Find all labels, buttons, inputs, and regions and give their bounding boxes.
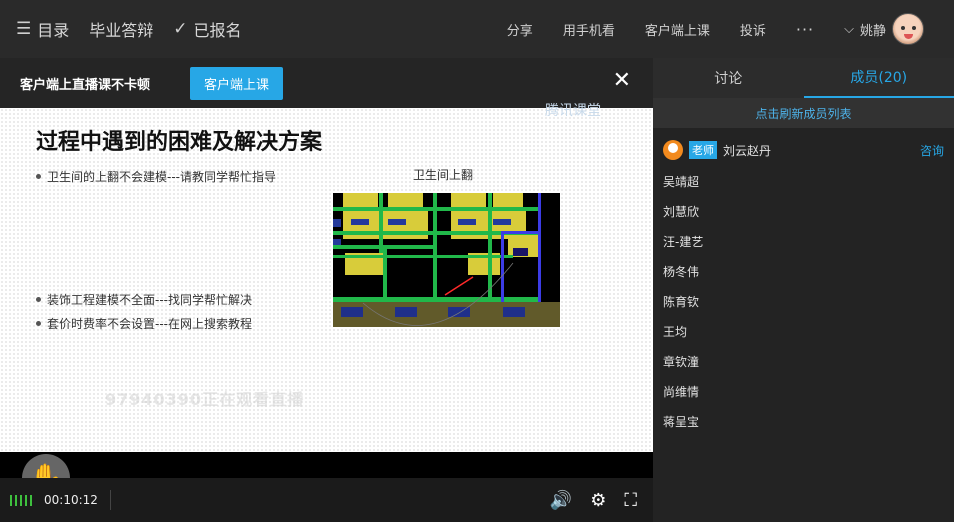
teacher-name: 刘云赵丹	[723, 143, 772, 158]
tab-discussion[interactable]: 讨论	[653, 58, 804, 98]
bullet-dot	[36, 174, 41, 179]
signal-icon	[10, 494, 32, 506]
chevron-down-icon: ⌵	[844, 21, 854, 37]
fullscreen-icon[interactable]: ⛶	[624, 490, 637, 511]
viewer-watermark: 97940390正在观看直播	[105, 390, 305, 409]
settings-gear-icon[interactable]: ⚙	[590, 490, 606, 511]
top-bar: ☰ 目录 毕业答辩 ✓ 已报名 分享 用手机看 客户端上课 投诉 ··· ⌵ 姚…	[0, 0, 954, 58]
logo-watermark: 腾讯课堂	[545, 103, 601, 119]
cad-drawing-image	[333, 193, 560, 327]
user-menu[interactable]: ⌵ 姚静	[844, 13, 924, 45]
notice-text: 客户端上直播课不卡顿	[20, 77, 151, 93]
share-button[interactable]: 分享	[507, 20, 533, 39]
list-item[interactable]: 王均	[663, 316, 944, 346]
bullet-text: 卫生间的上翻不会建模---请教同学帮忙指导	[47, 170, 276, 184]
enrolled-label: 已报名	[193, 21, 242, 40]
tab-members[interactable]: 成员(20)	[803, 58, 954, 98]
list-item[interactable]: 刘慧欣	[663, 196, 944, 226]
cad-drawing-graphic	[333, 193, 560, 327]
list-item[interactable]: 章钦潼	[663, 346, 944, 376]
course-label: 毕业答辩	[89, 21, 154, 40]
list-item[interactable]: 尚维情	[663, 376, 944, 406]
side-tabs: 讨论 成员(20)	[653, 58, 954, 98]
client-class-button[interactable]: 客户端上课	[645, 20, 710, 39]
member-list: 老师 刘云赵丹 咨询 吴靖超 刘慧欣 汪-建艺 杨冬伟 陈育钦 王均 章钦潼 尚…	[653, 128, 954, 442]
teacher-avatar	[663, 140, 683, 160]
consult-button[interactable]: 咨询	[920, 142, 944, 159]
check-icon: ✓	[173, 19, 188, 39]
slide-bullet: 卫生间的上翻不会建模---请教同学帮忙指导	[36, 168, 276, 185]
course-title[interactable]: 毕业答辩	[89, 17, 153, 41]
refresh-members-link[interactable]: 点击刷新成员列表	[653, 98, 954, 128]
bullet-text: 装饰工程建模不全面---找同学帮忙解决	[47, 293, 252, 307]
enrolled-status: ✓ 已报名	[173, 17, 241, 41]
close-icon[interactable]: ✕	[613, 68, 631, 93]
username: 姚静	[859, 23, 886, 39]
divider	[109, 490, 111, 510]
volume-icon[interactable]: 🔊	[550, 490, 572, 511]
slide-bullet: 装饰工程建模不全面---找同学帮忙解决	[36, 291, 252, 308]
list-item[interactable]: 汪-建艺	[663, 226, 944, 256]
list-item[interactable]: 吴靖超	[663, 166, 944, 196]
client-class-notice-button[interactable]: 客户端上课	[190, 66, 284, 100]
video-player[interactable]: 客户端上直播课不卡顿 客户端上课 ✕ 腾讯课堂 过程中遇到的困难及解决方案 卫生…	[0, 58, 653, 502]
menu-icon: ☰	[16, 19, 32, 39]
list-item[interactable]: 杨冬伟	[663, 256, 944, 286]
side-panel: 讨论 成员(20) 点击刷新成员列表 老师 刘云赵丹 咨询 吴靖超 刘慧欣 汪-…	[653, 58, 954, 522]
list-item[interactable]: 蒋呈宝	[663, 406, 944, 436]
catalog-button[interactable]: ☰ 目录	[16, 17, 69, 41]
image-caption: 卫生间上翻	[413, 168, 474, 182]
complain-button[interactable]: 投诉	[740, 20, 766, 39]
catalog-label: 目录	[37, 21, 70, 40]
elapsed-time: 00:10:12	[44, 493, 98, 507]
slide-title: 过程中遇到的困难及解决方案	[36, 130, 323, 155]
teacher-badge: 老师	[689, 141, 717, 159]
presentation-slide: 腾讯课堂 过程中遇到的困难及解决方案 卫生间的上翻不会建模---请教同学帮忙指导…	[0, 103, 653, 502]
bullet-dot	[36, 321, 41, 326]
list-item[interactable]: 陈育钦	[663, 286, 944, 316]
player-control-bar: 00:10:12 🔊 ⚙ ⛶	[0, 478, 653, 522]
bullet-text: 套价时费率不会设置---在网上搜索教程	[47, 317, 252, 331]
bullet-dot	[36, 297, 41, 302]
avatar[interactable]	[892, 13, 924, 45]
mobile-watch-button[interactable]: 用手机看	[563, 20, 615, 39]
more-button[interactable]: ···	[796, 20, 814, 39]
slide-bullet: 套价时费率不会设置---在网上搜索教程	[36, 315, 252, 332]
teacher-row[interactable]: 老师 刘云赵丹 咨询	[663, 134, 944, 166]
